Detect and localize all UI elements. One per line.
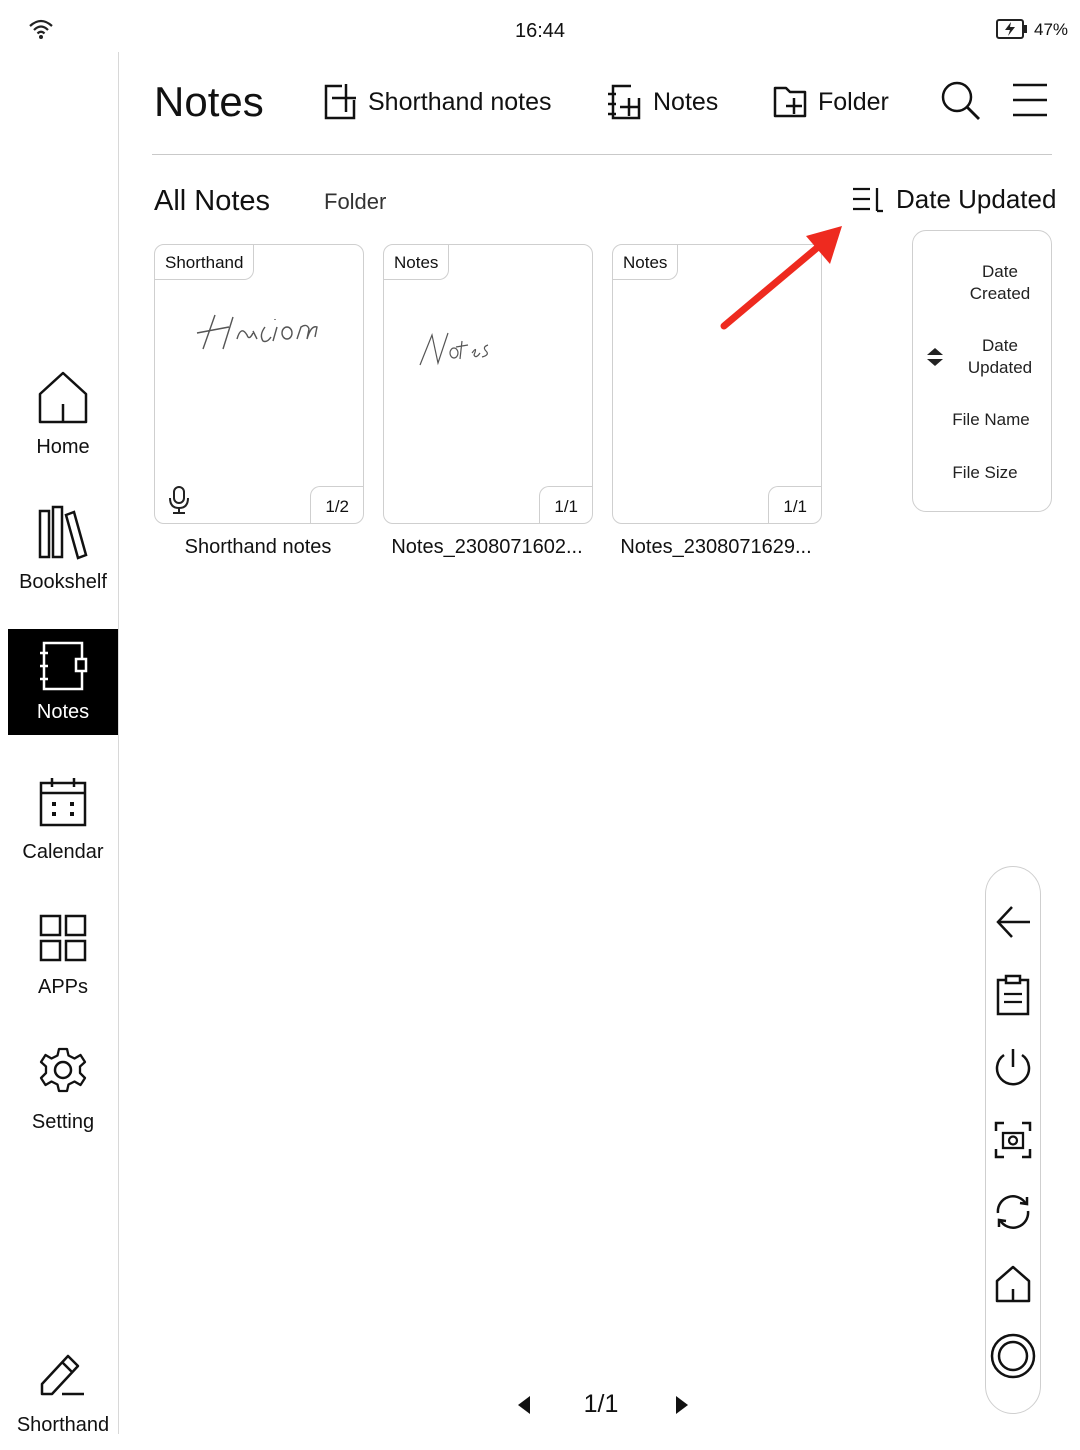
bookshelf-icon xyxy=(38,505,88,561)
circle-icon xyxy=(990,1333,1036,1379)
new-shorthand-icon xyxy=(322,82,358,122)
sidebar-item-bookshelf[interactable]: Bookshelf xyxy=(8,501,118,607)
sort-option-date-updated[interactable]: Date Updated xyxy=(953,335,1047,379)
note-card-notes-1[interactable]: Notes 1/1 xyxy=(383,244,593,524)
back-arrow-icon xyxy=(990,899,1036,945)
floating-toolbar xyxy=(985,866,1041,1414)
home-button[interactable] xyxy=(990,1261,1036,1307)
new-folder-button[interactable]: Folder xyxy=(772,80,889,124)
new-shorthand-notes-label: Shorthand notes xyxy=(368,87,552,116)
sidebar-item-label: Home xyxy=(36,436,90,458)
sort-dropdown-menu: Date Created Date Updated File Name File… xyxy=(912,230,1052,512)
next-page-button[interactable] xyxy=(672,1395,690,1415)
note-name[interactable]: Notes_2308071629... xyxy=(596,536,836,559)
refresh-button[interactable] xyxy=(990,1189,1036,1235)
power-icon xyxy=(990,1045,1036,1091)
sidebar-item-label: Bookshelf xyxy=(19,571,107,593)
home-icon xyxy=(990,1261,1036,1307)
clipboard-button[interactable] xyxy=(990,972,1036,1018)
new-notes-label: Notes xyxy=(653,87,719,116)
sidebar-item-label: APPs xyxy=(37,976,89,998)
apps-grid-icon xyxy=(38,910,88,966)
sidebar-item-notes[interactable]: Notes xyxy=(8,629,118,735)
note-name[interactable]: Shorthand notes xyxy=(138,536,378,559)
sidebar-item-calendar[interactable]: Calendar xyxy=(8,771,118,877)
menu-button[interactable] xyxy=(1012,82,1048,118)
microphone-icon xyxy=(167,485,191,515)
notebook-icon xyxy=(38,639,88,695)
page-indicator: 1/1 xyxy=(583,1390,619,1418)
tab-all-notes[interactable]: All Notes xyxy=(154,185,270,218)
page-count: 1/1 xyxy=(539,486,592,523)
refresh-icon xyxy=(990,1189,1036,1235)
note-name[interactable]: Notes_2308071602... xyxy=(367,536,607,559)
sidebar-item-setting[interactable]: Setting xyxy=(8,1041,118,1147)
tab-folder[interactable]: Folder xyxy=(324,189,386,215)
triangle-right-icon xyxy=(672,1395,690,1415)
new-folder-icon xyxy=(772,82,808,122)
status-time: 16:44 xyxy=(514,20,566,42)
search-button[interactable] xyxy=(940,80,982,122)
note-type-tag: Notes xyxy=(384,245,450,280)
sidebar: Home Bookshelf Notes Calendar APPs Setti… xyxy=(8,52,119,1436)
triangle-left-icon xyxy=(516,1395,534,1415)
new-notes-button[interactable]: Notes xyxy=(607,80,718,124)
header-divider xyxy=(152,154,1052,155)
page-title: Notes xyxy=(154,78,264,125)
calendar-icon xyxy=(38,775,88,831)
sort-option-date-created[interactable]: Date Created xyxy=(953,261,1047,305)
screenshot-icon xyxy=(990,1117,1036,1163)
sidebar-item-shorthand[interactable]: Shorthand xyxy=(8,1344,118,1450)
page-count: 1/2 xyxy=(310,486,363,523)
sidebar-item-apps[interactable]: APPs xyxy=(8,906,118,1012)
sidebar-item-label: Setting xyxy=(31,1111,95,1133)
note-card-shorthand[interactable]: Shorthand 1/2 xyxy=(154,244,364,524)
new-notebook-icon xyxy=(607,82,643,122)
battery-percent: 47% xyxy=(1034,20,1069,39)
annotation-arrow xyxy=(716,220,848,332)
note-type-tag: Shorthand xyxy=(155,245,255,280)
back-button[interactable] xyxy=(990,899,1036,945)
float-toggle-button[interactable] xyxy=(990,1333,1036,1379)
selected-indicator-icon xyxy=(925,347,945,367)
sort-label: Date Updated xyxy=(896,184,1057,214)
new-folder-label: Folder xyxy=(818,87,889,116)
previous-page-button[interactable] xyxy=(516,1395,534,1415)
clipboard-icon xyxy=(990,972,1036,1018)
page-count: 1/1 xyxy=(768,486,821,523)
status-bar: 16:44 47% xyxy=(0,0,1080,52)
battery-charging-icon xyxy=(996,19,1030,39)
sidebar-item-label: Notes xyxy=(36,701,90,723)
sidebar-item-label: Calendar xyxy=(22,841,104,863)
pen-icon xyxy=(38,1348,88,1404)
sort-option-file-size[interactable]: File Size xyxy=(933,462,1037,484)
handwriting-preview xyxy=(416,329,490,369)
note-type-tag: Notes xyxy=(613,245,679,280)
home-icon xyxy=(38,370,88,426)
sort-icon xyxy=(852,186,884,214)
sidebar-item-home[interactable]: Home xyxy=(8,366,118,472)
new-shorthand-notes-button[interactable]: Shorthand notes xyxy=(322,80,551,124)
power-button[interactable] xyxy=(990,1045,1036,1091)
menu-icon xyxy=(1012,82,1048,118)
screenshot-button[interactable] xyxy=(990,1117,1036,1163)
sort-option-file-name[interactable]: File Name xyxy=(933,409,1049,431)
handwriting-preview xyxy=(193,305,323,355)
search-icon xyxy=(940,80,982,122)
sort-button[interactable]: Date Updated xyxy=(852,184,1056,215)
gear-icon xyxy=(38,1045,88,1101)
